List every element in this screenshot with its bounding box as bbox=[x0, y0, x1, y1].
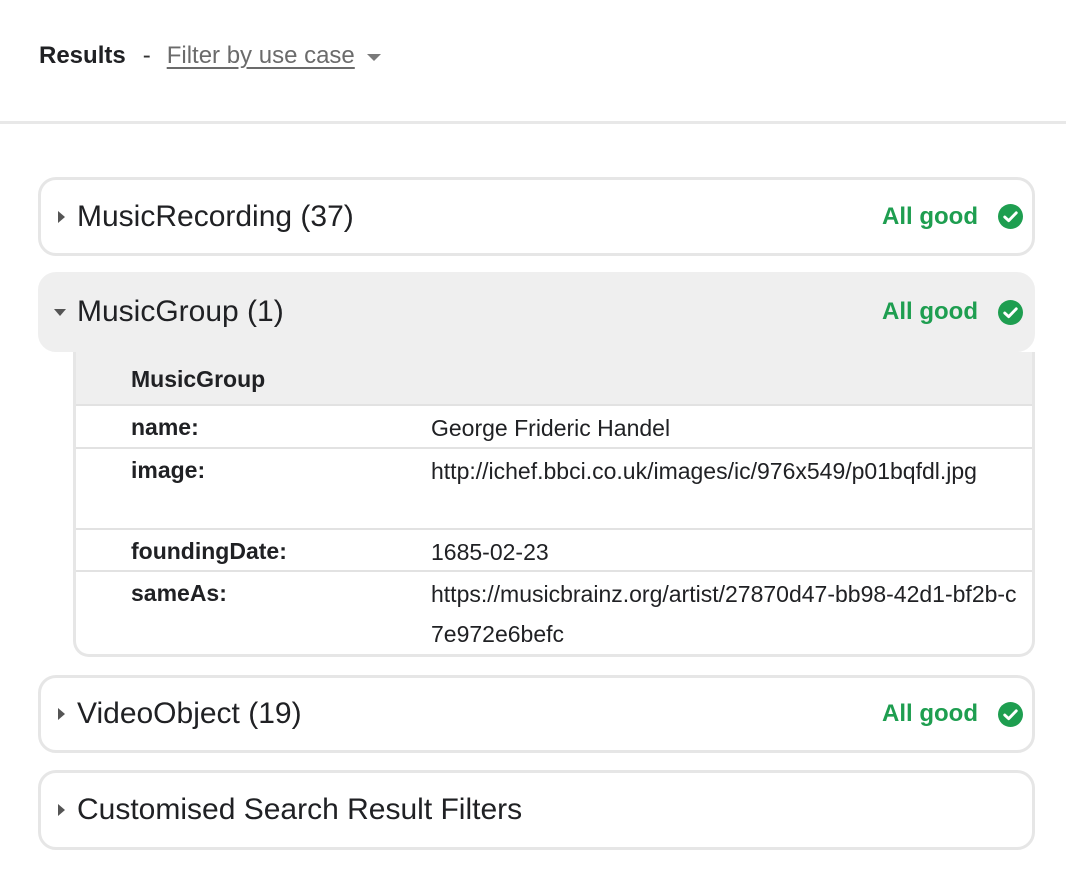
property-row-founding-date: foundingDate: 1685-02-23 bbox=[76, 530, 1032, 572]
property-value: 1685-02-23 bbox=[431, 539, 549, 565]
results-title: Results bbox=[39, 42, 126, 69]
property-key: sameAs: bbox=[131, 580, 227, 606]
section-title: VideoObject (19) bbox=[77, 697, 302, 730]
section-music-group-toggle[interactable]: MusicGroup (1) All good bbox=[41, 275, 1032, 349]
property-key: image: bbox=[131, 457, 206, 483]
section-title: MusicGroup (1) bbox=[77, 295, 284, 328]
section-customised-search-result-filters-toggle[interactable]: Customised Search Result Filters bbox=[41, 773, 1032, 847]
results-header: Results - Filter by use case bbox=[0, 0, 1066, 124]
expand-triangle-icon bbox=[58, 708, 65, 720]
details-header: MusicGroup bbox=[76, 352, 1032, 406]
section-title: MusicRecording (37) bbox=[77, 199, 354, 233]
status-label: All good bbox=[882, 298, 978, 325]
section-title: Customised Search Result Filters bbox=[77, 793, 523, 826]
music-group-details-panel: MusicGroup name: George Frideric Handel … bbox=[73, 352, 1035, 657]
section-video-object-toggle[interactable]: VideoObject (19) All good bbox=[41, 678, 1032, 750]
check-circle-icon bbox=[998, 299, 1023, 325]
status-label: All good bbox=[882, 700, 978, 727]
check-circle-icon bbox=[998, 701, 1023, 727]
property-key: foundingDate: bbox=[131, 538, 287, 564]
section-music-recording-toggle[interactable]: MusicRecording (37) All good bbox=[41, 180, 1032, 253]
results-header-row: Results - Filter by use case bbox=[39, 40, 381, 72]
property-value: George Frideric Handel bbox=[431, 415, 671, 441]
filter-by-use-case-link[interactable]: Filter by use case bbox=[167, 42, 355, 70]
property-key: name: bbox=[131, 414, 199, 440]
collapse-triangle-icon bbox=[54, 308, 66, 316]
section-music-group: MusicGroup (1) All good bbox=[38, 272, 1035, 352]
property-row-name: name: George Frideric Handel bbox=[76, 406, 1032, 449]
expand-triangle-icon bbox=[58, 804, 65, 816]
property-row-image: image: http://ichef.bbci.co.uk/images/ic… bbox=[76, 449, 1032, 530]
section-video-object: VideoObject (19) All good bbox=[38, 675, 1035, 753]
property-value: https://musicbrainz.org/artist/27870d47-… bbox=[431, 581, 1017, 647]
property-row-same-as: sameAs: https://musicbrainz.org/artist/2… bbox=[76, 572, 1032, 654]
header-separator: - bbox=[142, 42, 151, 69]
details-title: MusicGroup bbox=[131, 366, 266, 392]
section-customised-search-result-filters: Customised Search Result Filters bbox=[38, 770, 1035, 850]
expand-triangle-icon bbox=[58, 210, 65, 223]
filter-dropdown-caret-icon[interactable] bbox=[366, 53, 381, 61]
section-music-recording: MusicRecording (37) All good bbox=[38, 177, 1035, 256]
property-value: http://ichef.bbci.co.uk/images/ic/976x54… bbox=[431, 458, 977, 484]
status-label: All good bbox=[882, 202, 978, 230]
check-circle-icon bbox=[998, 204, 1023, 229]
